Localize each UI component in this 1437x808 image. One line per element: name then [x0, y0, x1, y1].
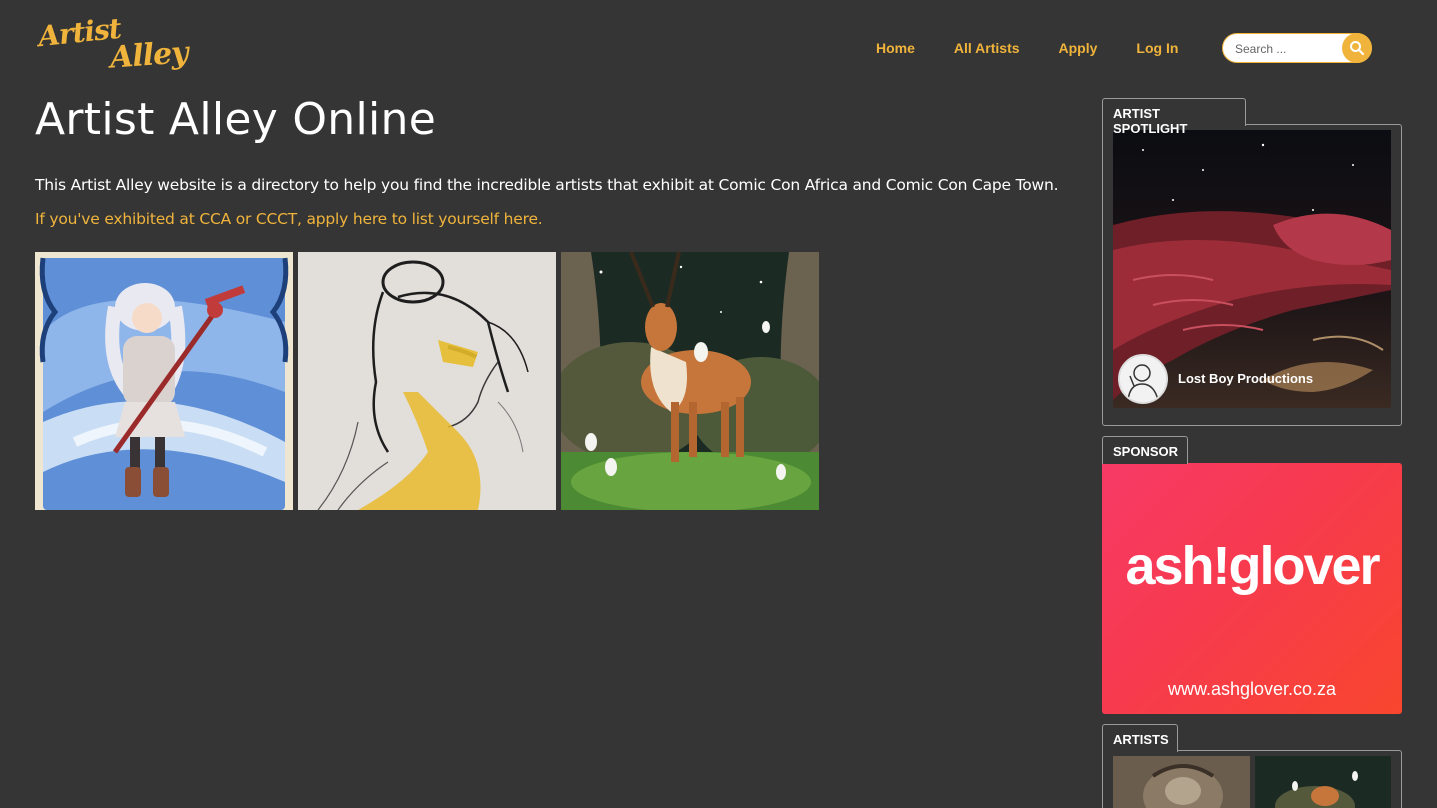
apply-link[interactable]: If you've exhibited at CCA or CCCT, appl… — [35, 210, 543, 228]
page-title: Artist Alley Online — [35, 94, 437, 145]
artwork-thumbnail[interactable] — [35, 252, 293, 510]
artist-thumbnail[interactable] — [1255, 756, 1391, 808]
logo-word-alley: Alley — [108, 35, 189, 76]
artist-avatar[interactable] — [1118, 354, 1168, 404]
spotlight-artist-name[interactable]: Lost Boy Productions — [1178, 371, 1313, 386]
artwork-thumbnail[interactable] — [561, 252, 819, 510]
search-icon — [1350, 41, 1365, 56]
nav-home[interactable]: Home — [876, 40, 915, 56]
sponsor-url: www.ashglover.co.za — [1167, 679, 1337, 699]
artists-title: ARTISTS — [1102, 724, 1178, 752]
artist-thumbnail[interactable] — [1113, 756, 1250, 808]
artist-spotlight-widget: Lost Boy Productions — [1102, 124, 1402, 426]
artwork-gallery — [35, 252, 819, 510]
artwork-thumbnail[interactable] — [298, 252, 556, 510]
intro-text: This Artist Alley website is a directory… — [35, 176, 1059, 194]
artists-widget — [1102, 750, 1402, 808]
spotlight-title: ARTIST SPOTLIGHT — [1102, 98, 1246, 136]
main-nav: Home All Artists Apply Log In — [876, 40, 1217, 56]
search-box — [1222, 33, 1372, 63]
nav-all-artists[interactable]: All Artists — [954, 40, 1020, 56]
sponsor-title: SPONSOR — [1102, 436, 1188, 464]
sponsor-banner[interactable]: ash!glover www.ashglover.co.za — [1102, 463, 1402, 714]
site-logo[interactable]: Artist Alley — [36, 12, 208, 78]
search-button[interactable] — [1342, 33, 1372, 63]
nav-log-in[interactable]: Log In — [1136, 40, 1178, 56]
sponsor-brand: ash!glover — [1125, 536, 1380, 596]
search-input[interactable] — [1235, 40, 1335, 58]
nav-apply[interactable]: Apply — [1059, 40, 1098, 56]
